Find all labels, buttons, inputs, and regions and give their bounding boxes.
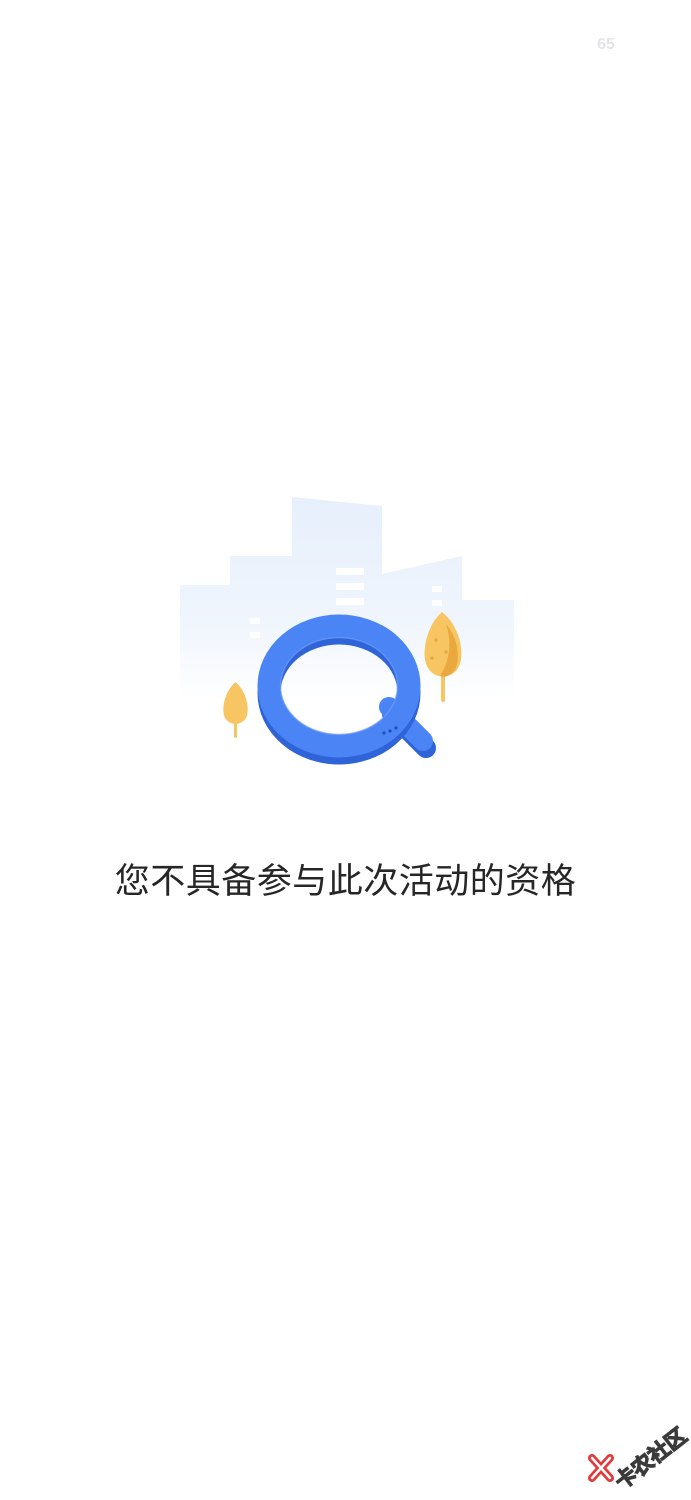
- empty-state-illustration: [170, 490, 530, 780]
- page-counter: 65: [597, 36, 615, 53]
- watermark-logo: 卡农社区: [582, 1398, 691, 1495]
- ineligible-message: 您不具备参与此次活动的资格: [114, 862, 577, 902]
- city-skyline-background: [180, 497, 514, 700]
- red-x-logo-icon: [588, 1454, 614, 1482]
